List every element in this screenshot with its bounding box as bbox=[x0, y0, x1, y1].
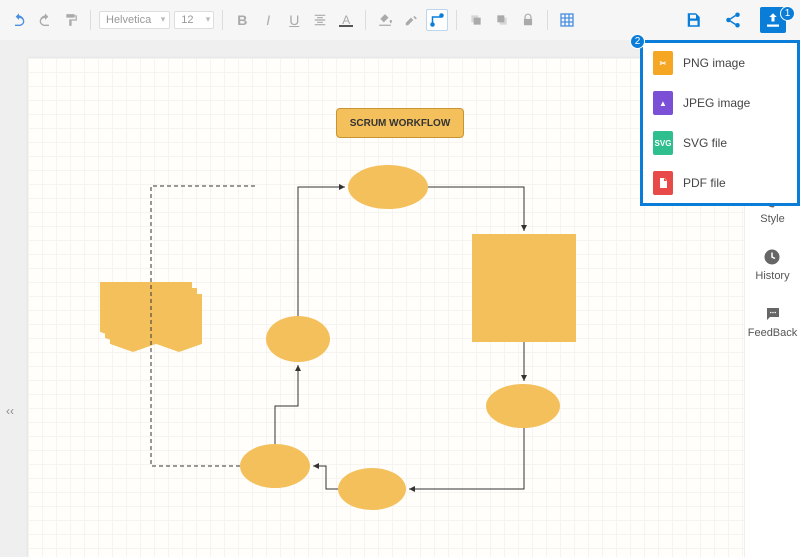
diagram-ellipse[interactable] bbox=[266, 316, 330, 362]
export-option-label: SVG file bbox=[683, 136, 727, 150]
diagram-ellipse[interactable] bbox=[338, 468, 406, 510]
jpeg-file-icon: ▲ bbox=[653, 91, 673, 115]
font-size-select[interactable]: 12 bbox=[174, 11, 214, 29]
share-button[interactable] bbox=[720, 7, 746, 33]
font-color-icon[interactable]: A bbox=[335, 9, 357, 31]
align-icon[interactable] bbox=[309, 9, 331, 31]
toolbar: Helvetica 12 B I U A bbox=[0, 0, 800, 40]
pdf-file-icon bbox=[653, 171, 673, 195]
arrange-back-icon[interactable] bbox=[491, 9, 513, 31]
arrange-front-icon[interactable] bbox=[465, 9, 487, 31]
export-option-label: PNG image bbox=[683, 56, 745, 70]
panel-collapse-icon[interactable]: ‹‹ bbox=[6, 404, 14, 418]
bold-icon[interactable]: B bbox=[231, 9, 253, 31]
font-family-select[interactable]: Helvetica bbox=[99, 11, 170, 29]
export-option-label: PDF file bbox=[683, 176, 726, 190]
png-file-icon: ✂ bbox=[653, 51, 673, 75]
redo-icon[interactable] bbox=[34, 9, 56, 31]
export-option-png[interactable]: ✂ PNG image bbox=[643, 43, 797, 83]
export-menu: ✂ PNG image ▲ JPEG image SVG SVG file PD… bbox=[640, 40, 800, 206]
export-option-jpeg[interactable]: ▲ JPEG image bbox=[643, 83, 797, 123]
toolbar-right bbox=[680, 7, 792, 33]
underline-icon[interactable]: U bbox=[283, 9, 305, 31]
step-badge-2: 2 bbox=[630, 34, 645, 49]
svg-file-icon: SVG bbox=[653, 131, 673, 155]
sidebar-item-label: History bbox=[755, 270, 789, 282]
italic-icon[interactable]: I bbox=[257, 9, 279, 31]
diagram-title-box[interactable]: SCRUM WORKFLOW bbox=[336, 108, 464, 138]
lock-icon[interactable] bbox=[517, 9, 539, 31]
sidebar-item-label: Style bbox=[760, 213, 784, 225]
fill-color-icon[interactable] bbox=[374, 9, 396, 31]
sidebar-item-feedback[interactable]: FeedBack bbox=[748, 304, 798, 339]
canvas[interactable]: SCRUM WORKFLOW bbox=[28, 58, 744, 557]
diagram-ellipse[interactable] bbox=[348, 165, 428, 209]
waypoint-icon[interactable] bbox=[426, 9, 448, 31]
undo-icon[interactable] bbox=[8, 9, 30, 31]
paint-format-icon[interactable] bbox=[60, 9, 82, 31]
chat-icon bbox=[763, 304, 783, 324]
main-area: ‹‹ SCRUM WORKFLOW bbox=[0, 40, 744, 557]
clock-icon bbox=[762, 247, 782, 267]
insert-table-icon[interactable] bbox=[556, 9, 578, 31]
diagram-ellipse[interactable] bbox=[240, 444, 310, 488]
export-option-pdf[interactable]: PDF file bbox=[643, 163, 797, 203]
step-badge-1: 1 bbox=[780, 6, 795, 21]
diagram-ellipse[interactable] bbox=[486, 384, 560, 428]
export-option-label: JPEG image bbox=[683, 96, 750, 110]
line-color-icon[interactable] bbox=[400, 9, 422, 31]
save-button[interactable] bbox=[680, 7, 706, 33]
diagram-square[interactable] bbox=[472, 234, 576, 342]
sidebar-item-label: FeedBack bbox=[748, 327, 798, 339]
export-option-svg[interactable]: SVG SVG file bbox=[643, 123, 797, 163]
sidebar-item-history[interactable]: History bbox=[755, 247, 789, 282]
diagram-document-stack[interactable] bbox=[100, 282, 200, 352]
